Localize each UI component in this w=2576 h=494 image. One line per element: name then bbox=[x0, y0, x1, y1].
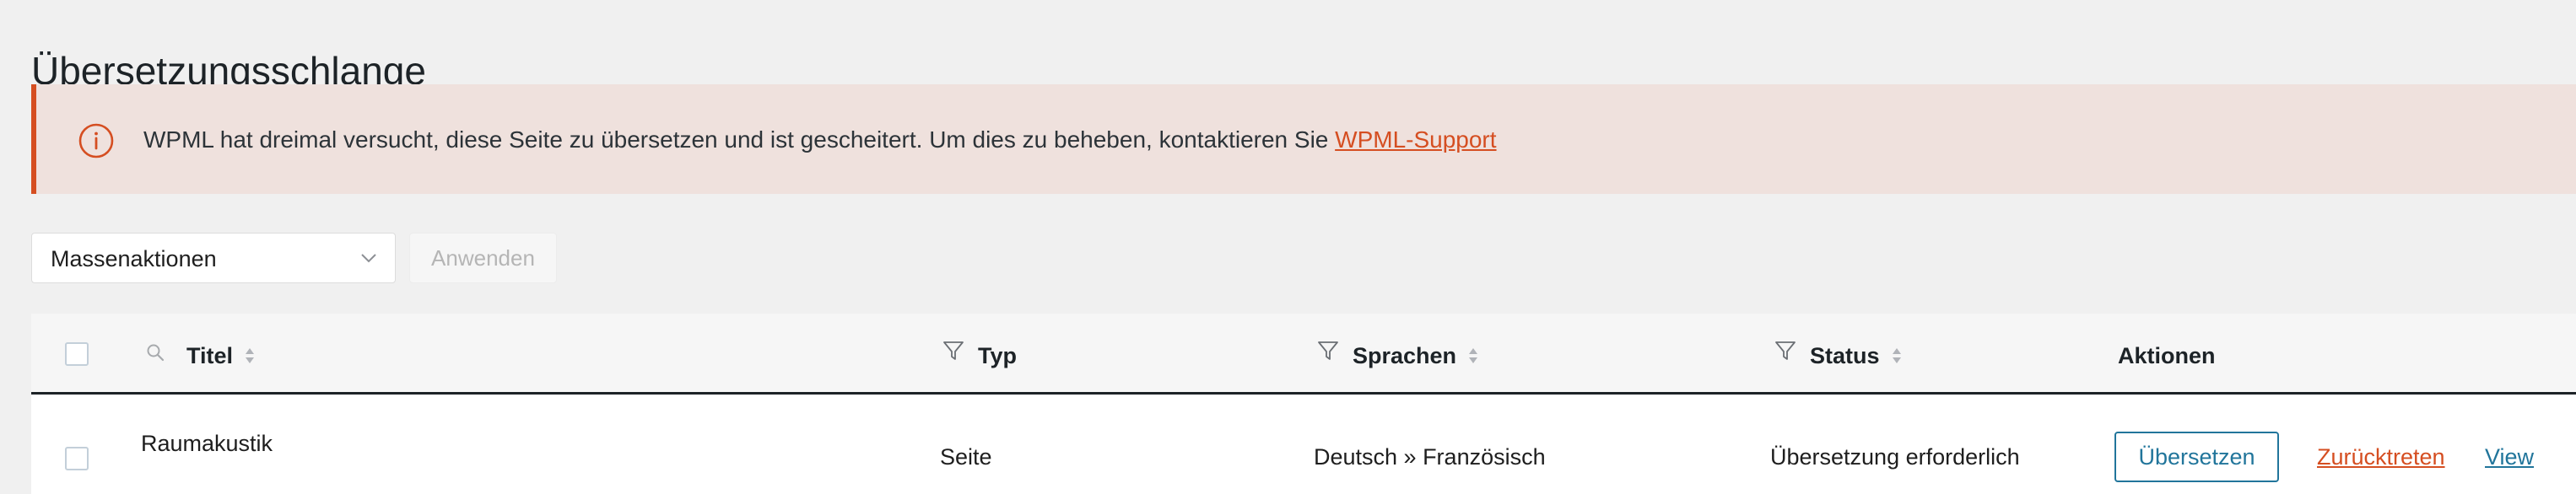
row-title[interactable]: Raumakustik bbox=[141, 428, 273, 459]
column-languages-label: Sprachen bbox=[1353, 342, 1457, 368]
apply-button[interactable]: Anwenden bbox=[409, 233, 557, 283]
column-header-type[interactable]: Typ bbox=[942, 339, 1017, 373]
row-languages: Deutsch » Französisch bbox=[1314, 444, 1546, 470]
column-status-label: Status bbox=[1810, 342, 1880, 368]
column-header-title[interactable]: Titel bbox=[146, 339, 255, 373]
table-header: Titel Typ Sprachen Status Aktionen bbox=[31, 314, 2576, 395]
search-icon[interactable] bbox=[146, 343, 165, 362]
notice-message-text: WPML hat dreimal versucht, diese Seite z… bbox=[143, 126, 1336, 153]
sort-icon[interactable] bbox=[1468, 346, 1478, 366]
row-type: Seite bbox=[940, 444, 992, 470]
bulk-actions-select[interactable]: Massenaktionen bbox=[31, 233, 396, 283]
column-title-label: Titel bbox=[186, 342, 234, 368]
column-header-status[interactable]: Status bbox=[1774, 339, 1902, 373]
sort-icon[interactable] bbox=[1892, 346, 1902, 366]
column-header-languages[interactable]: Sprachen bbox=[1317, 339, 1478, 373]
sort-icon[interactable] bbox=[245, 346, 255, 366]
column-header-actions: Aktionen bbox=[2118, 339, 2216, 373]
select-all-checkbox[interactable] bbox=[65, 342, 89, 366]
notice-message: WPML hat dreimal versucht, diese Seite z… bbox=[143, 123, 1497, 157]
view-link[interactable]: View bbox=[2485, 442, 2534, 472]
retract-link[interactable]: Zurücktreten bbox=[2317, 442, 2445, 472]
info-circle-icon bbox=[78, 123, 114, 158]
wpml-support-link[interactable]: WPML-Support bbox=[1335, 126, 1496, 153]
column-type-label: Typ bbox=[978, 342, 1017, 368]
row-checkbox[interactable] bbox=[65, 447, 89, 470]
translation-queue-table: Titel Typ Sprachen Status Aktionen Rauma… bbox=[31, 314, 2576, 494]
row-status: Übersetzung erforderlich bbox=[1770, 444, 2020, 470]
filter-icon[interactable] bbox=[1317, 340, 1339, 362]
translate-button[interactable]: Übersetzen bbox=[2114, 432, 2279, 482]
bulk-actions-selected-value: Massenaktionen bbox=[51, 246, 217, 271]
column-actions-label: Aktionen bbox=[2118, 342, 2216, 368]
filter-icon[interactable] bbox=[1774, 340, 1796, 362]
chevron-down-icon bbox=[361, 254, 376, 263]
error-notice: WPML hat dreimal versucht, diese Seite z… bbox=[31, 84, 2576, 194]
filter-icon[interactable] bbox=[942, 340, 964, 362]
